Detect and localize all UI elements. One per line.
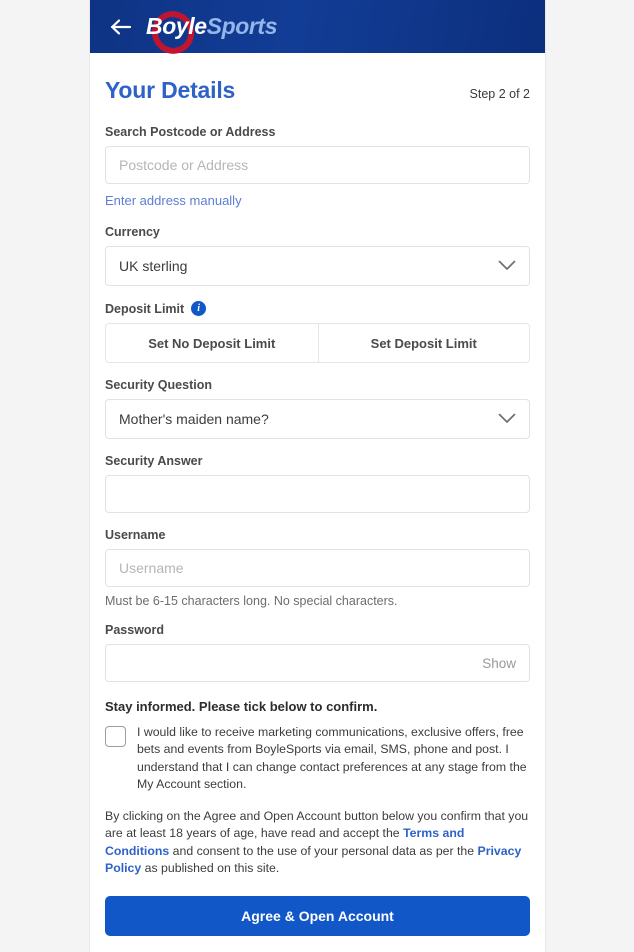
mobile-page: BoyleSports Your Details Step 2 of 2 Sea… — [90, 0, 545, 952]
deposit-limit-field: Deposit Limit i Set No Deposit Limit Set… — [105, 301, 530, 363]
security-answer-input[interactable] — [105, 475, 530, 513]
set-deposit-limit-button[interactable]: Set Deposit Limit — [317, 324, 529, 362]
agree-and-open-account-button[interactable]: Agree & Open Account — [105, 895, 530, 936]
logo-text-sports: Sports — [206, 13, 278, 39]
page-title: Your Details — [105, 77, 236, 103]
title-row: Your Details Step 2 of 2 — [105, 53, 530, 110]
set-no-deposit-limit-button[interactable]: Set No Deposit Limit — [106, 324, 318, 362]
logo-text-boyle: Boyle — [146, 13, 207, 39]
arrow-left-icon — [110, 19, 132, 35]
postcode-input-placeholder: Postcode or Address — [119, 157, 249, 173]
legal-part-2: and consent to the use of your personal … — [169, 843, 478, 858]
security-question-select[interactable]: Mother's maiden name? — [105, 399, 530, 439]
chevron-down-icon — [498, 258, 516, 274]
security-question-label: Security Question — [105, 378, 212, 392]
step-indicator: Step 2 of 2 — [469, 87, 530, 101]
security-question-field: Security Question Mother's maiden name? — [105, 378, 530, 439]
back-button[interactable] — [104, 10, 138, 44]
marketing-heading: Stay informed. Please tick below to conf… — [105, 699, 378, 714]
screen: BoyleSports Your Details Step 2 of 2 Sea… — [0, 0, 634, 952]
security-question-selected-value: Mother's maiden name? — [119, 411, 269, 427]
currency-select[interactable]: UK sterling — [105, 246, 530, 286]
legal-part-3: as published on this site. — [141, 861, 280, 876]
boylesports-logo[interactable]: BoyleSports — [144, 3, 277, 61]
security-answer-field: Security Answer — [105, 454, 530, 513]
app-header: BoyleSports — [90, 0, 545, 61]
currency-selected-value: UK sterling — [119, 258, 188, 274]
username-input-placeholder: Username — [119, 560, 184, 576]
password-field: Password Show — [105, 623, 530, 682]
password-show-toggle[interactable]: Show — [482, 656, 516, 671]
password-input[interactable]: Show — [105, 644, 530, 682]
marketing-consent-row: I would like to receive marketing commun… — [105, 724, 530, 794]
deposit-limit-segmented-control: Set No Deposit Limit Set Deposit Limit — [105, 323, 530, 363]
username-field: Username Username Must be 6-15 character… — [105, 528, 530, 608]
username-input[interactable]: Username — [105, 549, 530, 587]
username-label: Username — [105, 528, 166, 542]
enter-address-manually-link[interactable]: Enter address manually — [105, 193, 242, 208]
currency-label: Currency — [105, 225, 160, 239]
chevron-down-icon — [498, 411, 516, 427]
deposit-limit-label: Deposit Limit i — [105, 301, 530, 316]
password-label: Password — [105, 623, 165, 637]
currency-field: Currency UK sterling — [105, 225, 530, 286]
marketing-consent-checkbox[interactable] — [105, 726, 126, 747]
info-icon[interactable]: i — [191, 301, 207, 316]
postcode-label: Search Postcode or Address — [105, 125, 276, 139]
logo-wordmark: BoyleSports — [146, 15, 277, 38]
deposit-limit-label-text: Deposit Limit — [105, 301, 185, 316]
marketing-consent-text: I would like to receive marketing commun… — [137, 725, 527, 792]
form-content: Your Details Step 2 of 2 Search Postcode… — [90, 53, 545, 936]
postcode-field: Search Postcode or Address Postcode or A… — [105, 125, 530, 210]
legal-part-1: By clicking on the Agree and Open Accoun… — [105, 808, 529, 841]
security-answer-label: Security Answer — [105, 454, 203, 468]
postcode-input[interactable]: Postcode or Address — [105, 146, 530, 184]
legal-text: By clicking on the Agree and Open Accoun… — [105, 808, 530, 878]
username-helper-text: Must be 6-15 characters long. No special… — [105, 594, 398, 608]
